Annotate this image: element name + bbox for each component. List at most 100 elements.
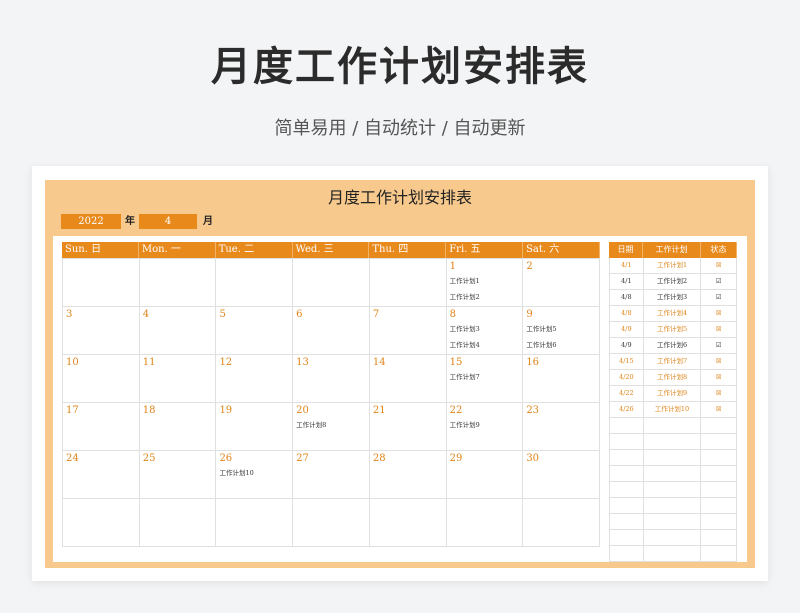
task-status-checkbox[interactable]: ☑ <box>701 274 737 290</box>
empty-cell[interactable] <box>643 418 702 434</box>
empty-cell[interactable] <box>610 418 644 434</box>
calendar-day-cell[interactable] <box>293 499 370 547</box>
calendar-day-cell[interactable]: 18 <box>139 403 217 451</box>
weekday-header: Fri. 五 <box>446 242 524 258</box>
task-status-checkbox[interactable]: ☒ <box>701 402 737 418</box>
calendar-day-cell[interactable]: 21 <box>369 403 447 451</box>
empty-cell[interactable] <box>701 498 737 514</box>
calendar-day-cell[interactable]: 12 <box>216 355 294 403</box>
empty-cell[interactable] <box>643 546 702 562</box>
calendar-day-cell[interactable]: 2 <box>523 259 601 307</box>
calendar-day-cell[interactable]: 15 工作计划7 <box>446 355 524 403</box>
empty-cell[interactable] <box>701 434 737 450</box>
calendar-day-cell[interactable]: 1 工作计划1 工作计划2 <box>446 259 524 307</box>
calendar-day-cell[interactable]: 29 <box>446 451 524 499</box>
task-status-checkbox[interactable]: ☑ <box>701 290 737 306</box>
task-date: 4/9 <box>610 322 644 338</box>
empty-cell[interactable] <box>701 514 737 530</box>
calendar-day-cell[interactable] <box>293 259 370 307</box>
empty-cell[interactable] <box>610 498 644 514</box>
calendar-day-cell[interactable] <box>369 499 447 547</box>
empty-cell[interactable] <box>643 530 702 546</box>
calendar-day-cell[interactable]: 22 工作计划9 <box>446 403 524 451</box>
empty-cell[interactable] <box>701 530 737 546</box>
empty-cell[interactable] <box>701 418 737 434</box>
empty-cell[interactable] <box>643 482 702 498</box>
empty-cell[interactable] <box>701 482 737 498</box>
calendar-day-cell[interactable] <box>63 259 140 307</box>
calendar-day-cell[interactable]: 23 <box>523 403 601 451</box>
task-table-empty-row <box>610 466 737 482</box>
task-status-checkbox[interactable]: ☒ <box>701 258 737 274</box>
task-table-row: 4/8 工作计划4 ☒ <box>610 306 737 322</box>
calendar-day-cell[interactable]: 5 <box>216 307 294 355</box>
task-status-checkbox[interactable]: ☒ <box>701 354 737 370</box>
day-task: 工作计划8 <box>296 421 327 429</box>
empty-cell[interactable] <box>610 434 644 450</box>
calendar-day-cell[interactable] <box>63 499 140 547</box>
empty-cell[interactable] <box>643 466 702 482</box>
task-status-table: 日期 工作计划 状态 4/1 工作计划1 ☒ 4/1 工作计划2 ☑ 4/8 工作计划3 ☑ 4/… <box>609 242 737 562</box>
calendar-day-cell[interactable]: 3 <box>63 307 140 355</box>
page-title: 月度工作计划安排表 <box>211 44 589 90</box>
calendar-day-cell[interactable] <box>139 259 217 307</box>
calendar-day-cell[interactable]: 11 <box>139 355 217 403</box>
day-number: 24 <box>66 453 79 464</box>
month-input[interactable]: 4 <box>139 214 197 229</box>
task-status-checkbox[interactable]: ☒ <box>701 306 737 322</box>
empty-cell[interactable] <box>610 466 644 482</box>
empty-cell[interactable] <box>643 498 702 514</box>
empty-cell[interactable] <box>610 530 644 546</box>
calendar-day-cell[interactable]: 10 <box>63 355 140 403</box>
calendar-day-cell[interactable]: 30 <box>523 451 601 499</box>
calendar-day-cell[interactable] <box>523 499 601 547</box>
day-number: 6 <box>296 309 303 320</box>
empty-cell[interactable] <box>701 466 737 482</box>
calendar-day-cell[interactable]: 19 <box>216 403 294 451</box>
task-status-checkbox[interactable]: ☑ <box>701 338 737 354</box>
day-task: 工作计划7 <box>449 373 480 381</box>
header-date: 日期 <box>609 242 643 258</box>
calendar-day-cell[interactable]: 26 工作计划10 <box>216 451 294 499</box>
empty-cell[interactable] <box>610 546 644 562</box>
calendar-day-cell[interactable]: 17 <box>63 403 140 451</box>
task-status-checkbox[interactable]: ☒ <box>701 386 737 402</box>
calendar-day-cell[interactable]: 13 <box>293 355 370 403</box>
calendar-day-cell[interactable]: 6 <box>293 307 370 355</box>
empty-cell[interactable] <box>701 450 737 466</box>
calendar-day-cell[interactable]: 28 <box>369 451 447 499</box>
calendar-day-cell[interactable] <box>216 499 294 547</box>
calendar-day-cell[interactable]: 4 <box>139 307 217 355</box>
empty-cell[interactable] <box>610 450 644 466</box>
empty-cell[interactable] <box>610 514 644 530</box>
calendar-day-cell[interactable]: 14 <box>369 355 447 403</box>
calendar-day-cell[interactable]: 16 <box>523 355 601 403</box>
task-plan: 工作计划9 <box>643 386 702 402</box>
calendar-header: Sun. 日 Mon. 一 Tue. 二 Wed. 三 Thu. 四 Fri. 五 Sat.… <box>62 242 600 258</box>
task-status-checkbox[interactable]: ☒ <box>701 370 737 386</box>
calendar-day-cell[interactable] <box>446 499 524 547</box>
empty-cell[interactable] <box>701 546 737 562</box>
calendar-day-cell[interactable] <box>369 259 447 307</box>
task-status-checkbox[interactable]: ☒ <box>701 322 737 338</box>
year-input[interactable]: 2022 <box>61 214 121 229</box>
calendar-day-cell[interactable]: 7 <box>369 307 447 355</box>
calendar-week-row: 24 25 26 工作计划10 27 28 29 30 <box>63 451 601 499</box>
empty-cell[interactable] <box>643 514 702 530</box>
task-table-header: 日期 工作计划 状态 <box>609 242 737 258</box>
calendar-day-cell[interactable]: 25 <box>139 451 217 499</box>
calendar-day-cell[interactable] <box>139 499 217 547</box>
calendar-day-cell[interactable]: 9 工作计划5 工作计划6 <box>523 307 601 355</box>
task-table-row: 4/22 工作计划9 ☒ <box>610 386 737 402</box>
calendar-day-cell[interactable]: 20 工作计划8 <box>293 403 370 451</box>
calendar-day-cell[interactable]: 27 <box>293 451 370 499</box>
calendar-day-cell[interactable] <box>216 259 294 307</box>
empty-cell[interactable] <box>643 434 702 450</box>
day-task: 工作计划5 <box>526 325 557 333</box>
calendar-day-cell[interactable]: 24 <box>63 451 140 499</box>
calendar-day-cell[interactable]: 8 工作计划3 工作计划4 <box>446 307 524 355</box>
empty-cell[interactable] <box>610 482 644 498</box>
empty-cell[interactable] <box>643 450 702 466</box>
task-plan: 工作计划10 <box>643 402 702 418</box>
calendar-week-row: 17 18 19 20 工作计划8 21 22 工作计划9 23 <box>63 403 601 451</box>
